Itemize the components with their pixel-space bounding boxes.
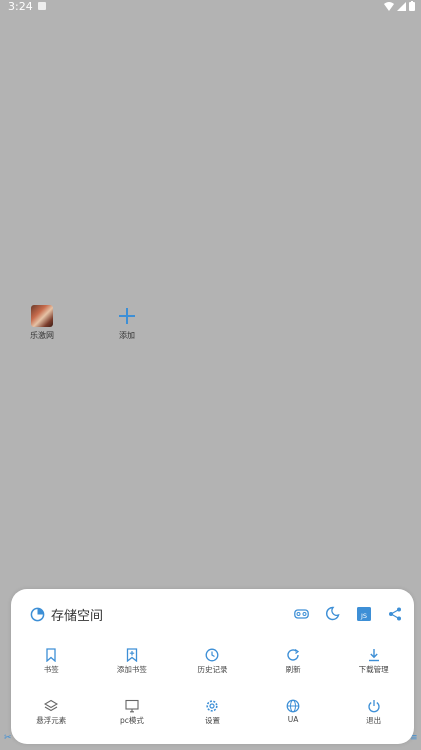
menu-item-label: 设置 [204,716,220,725]
menu-item-label: 书签 [43,665,59,674]
shortcut-add-label: 添加 [119,331,135,340]
status-bar: 3:24 [0,0,421,14]
site-thumbnail [31,305,53,327]
share-icon[interactable] [387,606,402,621]
menu-item-label: 下载管理 [358,665,389,674]
battery-icon [409,1,415,11]
storage-pie-icon [30,607,45,622]
menu-item-exit[interactable]: 退出 [333,699,414,726]
svg-text:JS: JS [359,612,366,620]
menu-item-refresh[interactable]: 刷新 [253,648,334,675]
menu-item-label: 悬浮元素 [36,716,67,725]
monitor-icon [125,699,139,713]
signal-icon [397,1,406,11]
menu-item-floating-elements[interactable]: 悬浮元素 [11,699,92,726]
layers-icon [44,699,59,712]
menu-item-label: 添加书签 [116,665,147,674]
vr-glasses-icon[interactable] [294,606,309,621]
menu-item-history[interactable]: 历史记录 [172,648,253,675]
add-bookmark-icon [126,648,138,662]
menu-sheet: 存储空间 JS 书签 添加书签 历史记录 刷新 下载管理 悬浮元素 pc模式 设… [11,589,414,744]
status-right [384,1,415,11]
menu-item-add-bookmark[interactable]: 添加书签 [92,648,173,675]
menu-item-label: pc模式 [119,716,144,725]
storage-title: 存储空间 [51,609,104,624]
download-icon [368,649,379,662]
shortcut-site-label: 乐激网 [30,331,54,340]
edge-handle-left-icon[interactable]: ✂ [4,733,12,743]
night-mode-icon[interactable] [325,606,340,621]
menu-item-bookmarks[interactable]: 书签 [11,648,92,675]
shortcut-site[interactable]: 乐激网 [12,305,72,341]
menu-item-label: 退出 [366,716,382,725]
menu-item-settings[interactable]: 设置 [172,699,253,726]
shortcut-add[interactable]: 添加 [97,305,157,341]
menu-item-downloads[interactable]: 下载管理 [333,648,414,675]
status-time: 3:24 [8,0,33,13]
notification-icon [38,2,46,10]
refresh-icon [287,648,300,661]
menu-item-label: UA [287,715,299,724]
menu-item-ua[interactable]: UA [253,699,334,726]
menu-row-1: 书签 添加书签 历史记录 刷新 下载管理 [11,648,414,675]
menu-item-label: 历史记录 [197,665,228,674]
bookmark-icon [46,648,56,662]
js-icon[interactable]: JS [356,606,371,621]
history-icon [206,648,219,662]
menu-row-2: 悬浮元素 pc模式 设置 UA 退出 [11,699,414,726]
power-icon [368,700,380,713]
header-actions: JS [294,606,402,621]
menu-item-pc-mode[interactable]: pc模式 [92,699,173,726]
menu-item-label: 刷新 [285,665,301,674]
wifi-icon [384,1,394,11]
plus-icon [116,305,138,327]
storage-header[interactable]: 存储空间 [30,605,103,624]
globe-icon [286,699,300,713]
settings-icon [206,700,219,712]
